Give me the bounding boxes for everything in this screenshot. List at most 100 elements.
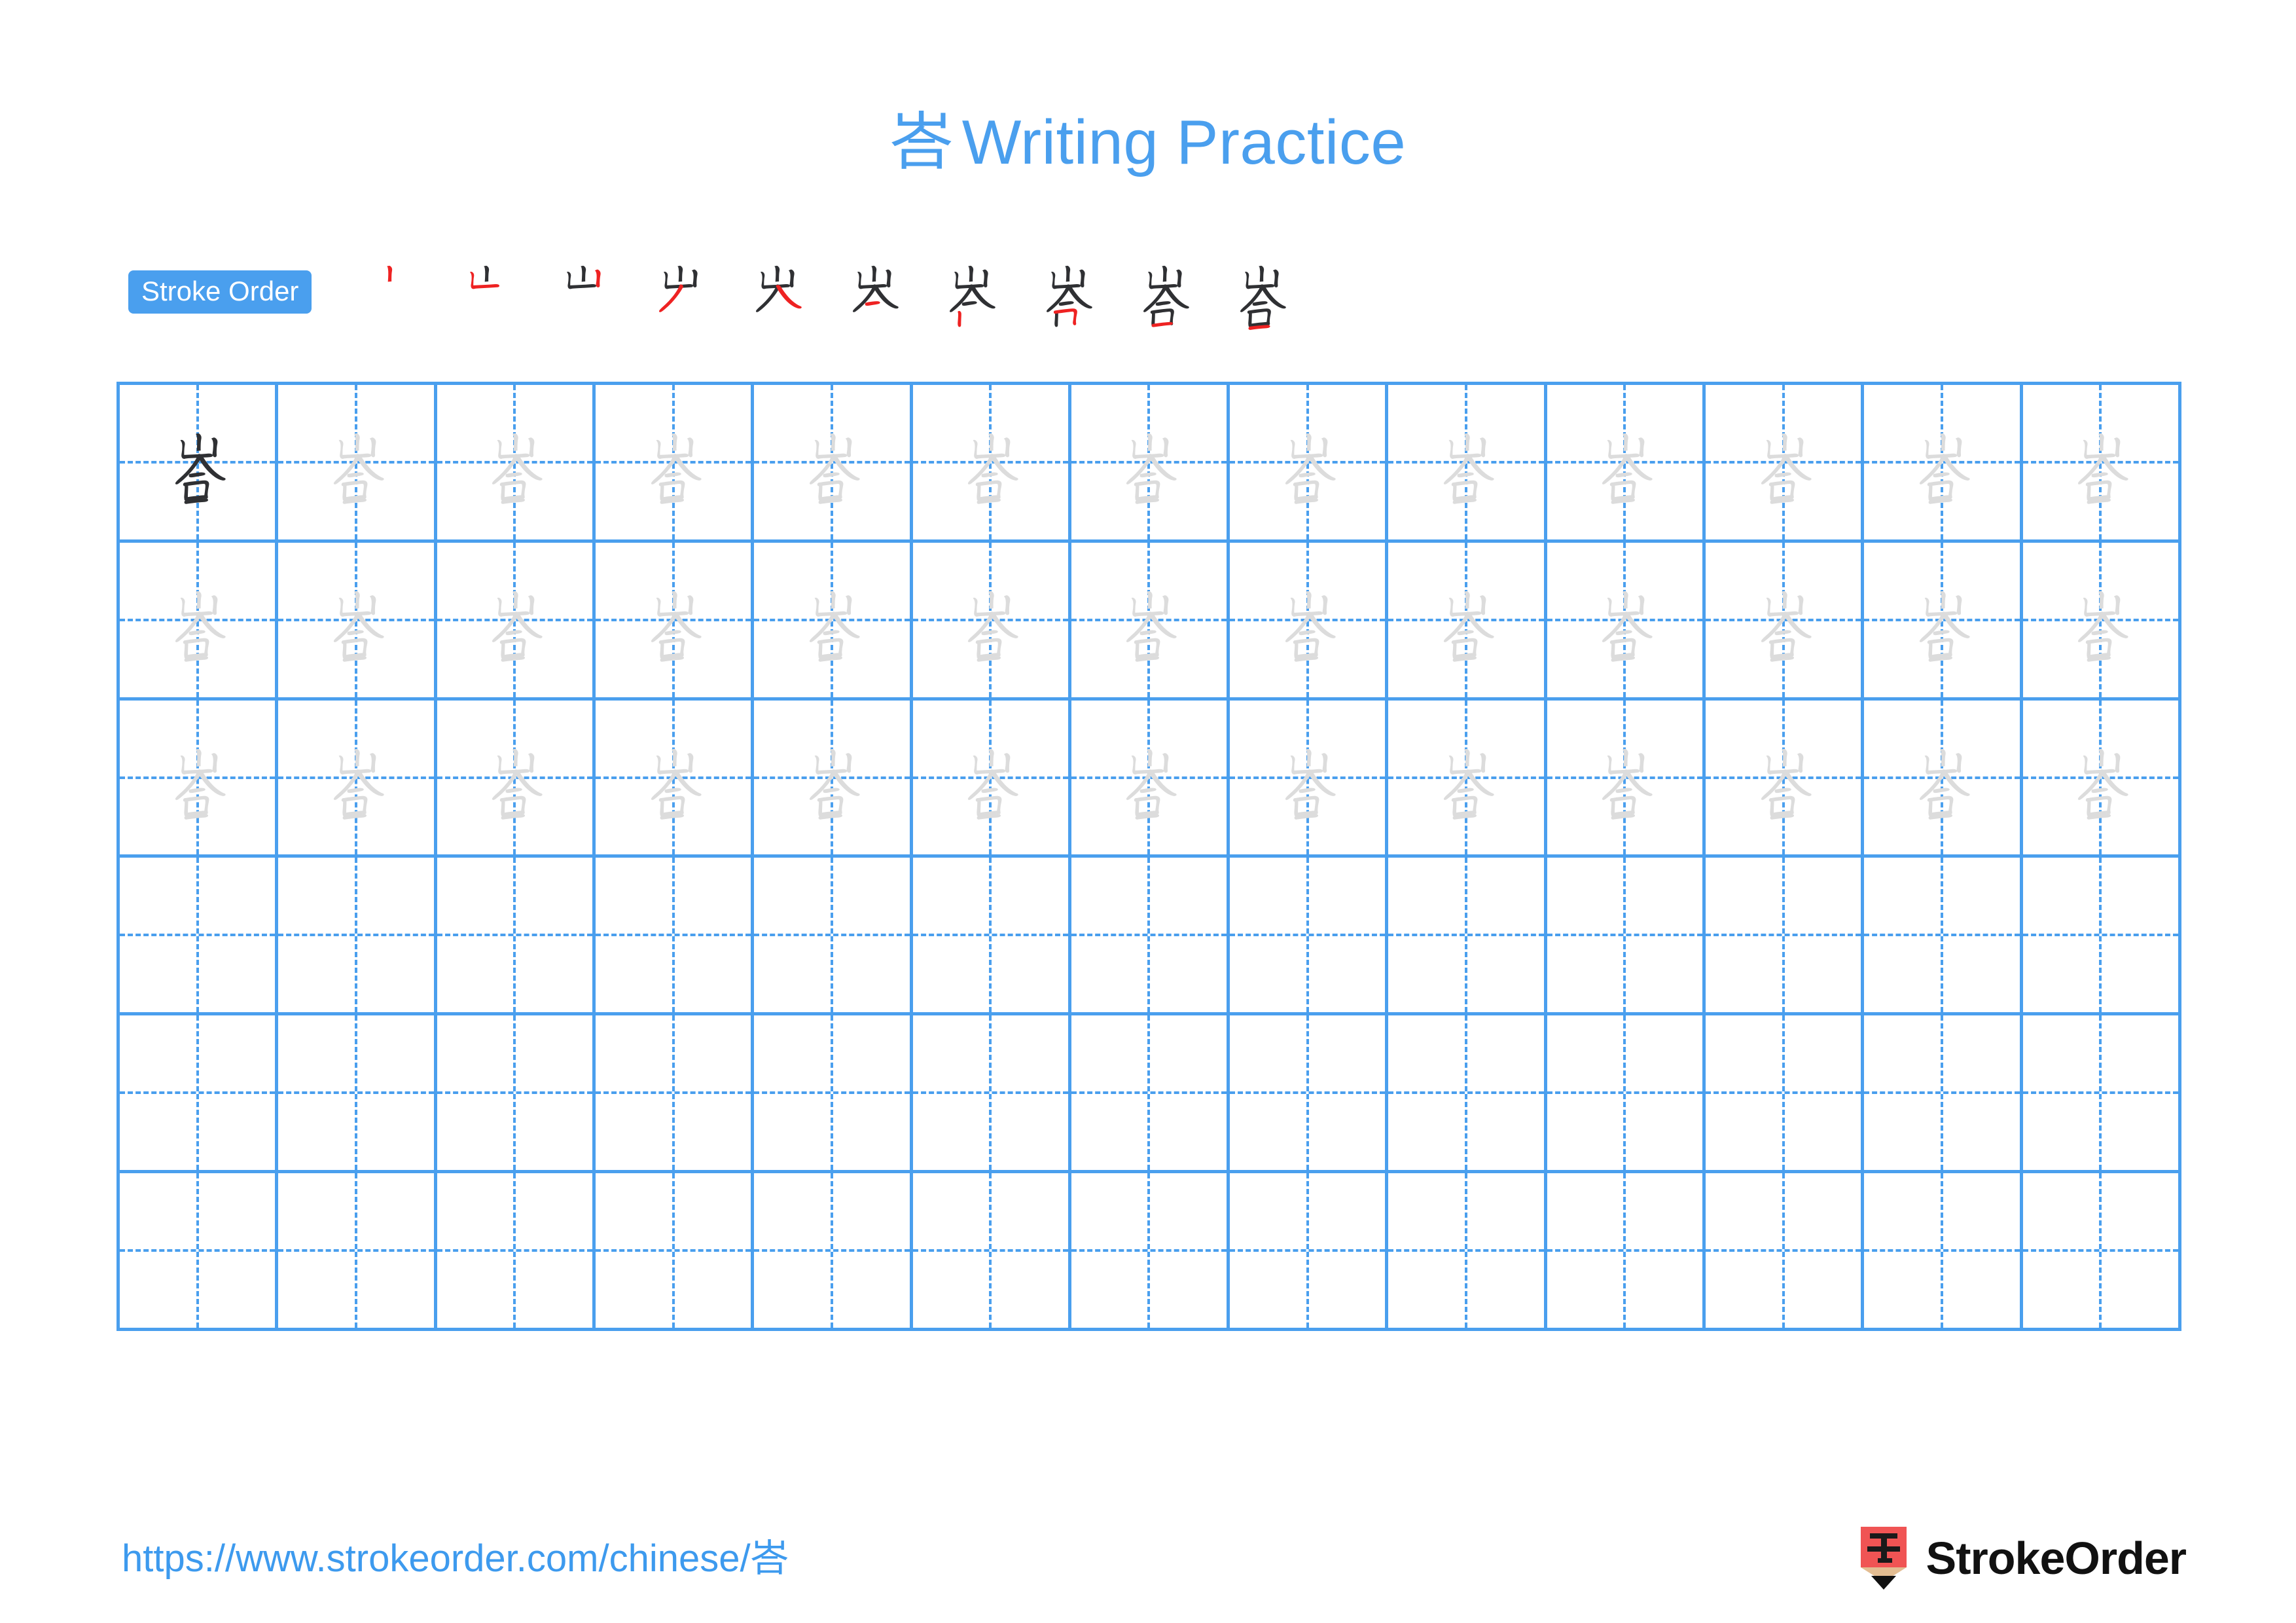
practice-cell-r1-c12[interactable] [1864,385,2023,543]
practice-cell-r4-c1[interactable] [120,858,279,1016]
trace-character [596,701,751,855]
practice-cell-r3-c4[interactable] [595,700,755,858]
practice-cell-r3-c1[interactable] [120,700,279,858]
practice-cell-r2-c3[interactable] [437,542,596,701]
practice-cell-r6-c5[interactable] [754,1173,913,1331]
stroke-step-10 [1212,253,1309,331]
trace-character [278,543,433,697]
practice-cell-r6-c11[interactable] [1706,1173,1865,1331]
brand-name: StrokeOrder [1926,1533,2187,1584]
practice-cell-r2-c10[interactable] [1547,542,1706,701]
stroke-step-5 [728,253,825,331]
title-label: Writing Practice [961,107,1407,177]
practice-cell-r4-c5[interactable] [754,858,913,1016]
practice-cell-r4-c3[interactable] [437,858,596,1016]
practice-cell-r4-c13[interactable] [2022,858,2181,1016]
stroke-step-2 [437,253,534,331]
practice-cell-r1-c11[interactable] [1706,385,1865,543]
stroke-step-3 [534,253,631,331]
trace-character [1547,385,1702,539]
title-character: 峇 [889,107,953,177]
stroke-step-list [340,253,2183,331]
practice-cell-r6-c1[interactable] [120,1173,279,1331]
trace-character [754,543,909,697]
practice-cell-r6-c7[interactable] [1071,1173,1230,1331]
trace-character [1547,543,1702,697]
practice-cell-r2-c6[interactable] [912,542,1071,701]
practice-cell-r3-c10[interactable] [1547,700,1706,858]
practice-cell-r6-c8[interactable] [1230,1173,1389,1331]
practice-cell-r4-c7[interactable] [1071,858,1230,1016]
practice-cell-r2-c4[interactable] [595,542,755,701]
practice-cell-r1-c4[interactable] [595,385,755,543]
practice-cell-r4-c9[interactable] [1388,858,1547,1016]
practice-cell-r5-c4[interactable] [595,1015,755,1174]
practice-cell-r5-c13[interactable] [2022,1015,2181,1174]
practice-cell-r4-c12[interactable] [1864,858,2023,1016]
practice-cell-r4-c4[interactable] [595,858,755,1016]
stroke-step-8 [1018,253,1115,331]
practice-cell-r5-c5[interactable] [754,1015,913,1174]
practice-cell-r5-c3[interactable] [437,1015,596,1174]
practice-cell-r5-c1[interactable] [120,1015,279,1174]
practice-cell-r5-c8[interactable] [1230,1015,1389,1174]
practice-cell-r3-c6[interactable] [912,700,1071,858]
practice-cell-r1-c10[interactable] [1547,385,1706,543]
practice-cell-r3-c12[interactable] [1864,700,2023,858]
trace-character [1071,543,1227,697]
practice-cell-r4-c11[interactable] [1706,858,1865,1016]
practice-cell-r1-c13[interactable] [2022,385,2181,543]
practice-cell-r2-c7[interactable] [1071,542,1230,701]
practice-cell-r1-c3[interactable] [437,385,596,543]
practice-cell-r3-c13[interactable] [2022,700,2181,858]
practice-cell-r1-c2[interactable] [278,385,437,543]
practice-cell-r2-c2[interactable] [278,542,437,701]
practice-cell-r3-c5[interactable] [754,700,913,858]
practice-cell-r3-c2[interactable] [278,700,437,858]
practice-cell-r1-c9[interactable] [1388,385,1547,543]
practice-cell-r5-c10[interactable] [1547,1015,1706,1174]
practice-cell-r3-c8[interactable] [1230,700,1389,858]
practice-cell-r3-c9[interactable] [1388,700,1547,858]
practice-cell-r4-c8[interactable] [1230,858,1389,1016]
practice-cell-r4-c6[interactable] [912,858,1071,1016]
trace-character [2023,701,2178,855]
practice-cell-r6-c13[interactable] [2022,1173,2181,1331]
practice-cell-r5-c2[interactable] [278,1015,437,1174]
practice-cell-r6-c12[interactable] [1864,1173,2023,1331]
practice-cell-r1-c8[interactable] [1230,385,1389,543]
practice-cell-r6-c9[interactable] [1388,1173,1547,1331]
practice-cell-r3-c3[interactable] [437,700,596,858]
practice-cell-r2-c8[interactable] [1230,542,1389,701]
practice-cell-r5-c6[interactable] [912,1015,1071,1174]
practice-cell-r1-c7[interactable] [1071,385,1230,543]
practice-cell-r2-c13[interactable] [2022,542,2181,701]
trace-character [1388,701,1543,855]
practice-cell-r5-c9[interactable] [1388,1015,1547,1174]
practice-cell-r2-c12[interactable] [1864,542,2023,701]
practice-cell-r4-c10[interactable] [1547,858,1706,1016]
practice-cell-r4-c2[interactable] [278,858,437,1016]
practice-cell-r6-c2[interactable] [278,1173,437,1331]
trace-character [1706,385,1861,539]
practice-cell-r2-c5[interactable] [754,542,913,701]
trace-character [1230,701,1385,855]
practice-cell-r1-c5[interactable] [754,385,913,543]
practice-cell-r6-c3[interactable] [437,1173,596,1331]
practice-cell-r3-c11[interactable] [1706,700,1865,858]
footer-url[interactable]: https://www.strokeorder.com/chinese/峇 [122,1540,789,1578]
practice-cell-r2-c9[interactable] [1388,542,1547,701]
practice-grid [117,382,2181,1331]
practice-cell-r2-c1[interactable] [120,542,279,701]
practice-cell-r6-c6[interactable] [912,1173,1071,1331]
practice-cell-r1-c6[interactable] [912,385,1071,543]
practice-cell-r6-c10[interactable] [1547,1173,1706,1331]
practice-cell-r5-c12[interactable] [1864,1015,2023,1174]
practice-cell-r5-c11[interactable] [1706,1015,1865,1174]
practice-cell-r6-c4[interactable] [595,1173,755,1331]
practice-cell-r1-c1[interactable] [120,385,279,543]
trace-character [1071,701,1227,855]
practice-cell-r5-c7[interactable] [1071,1015,1230,1174]
practice-cell-r2-c11[interactable] [1706,542,1865,701]
practice-cell-r3-c7[interactable] [1071,700,1230,858]
